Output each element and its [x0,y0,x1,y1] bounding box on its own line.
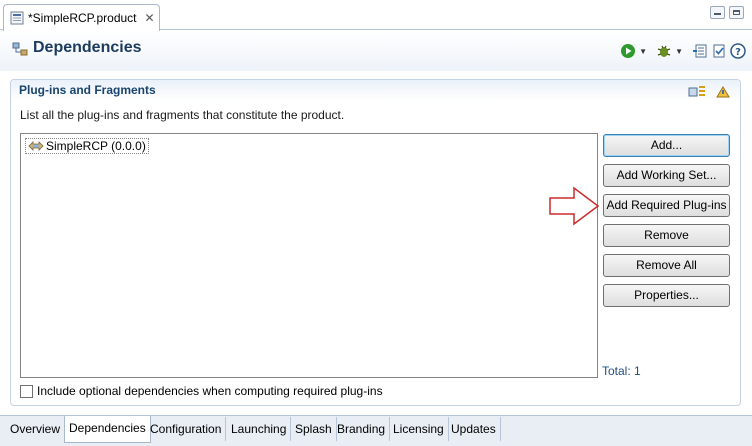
list-item[interactable]: SimpleRCP (0.0.0) [25,138,149,154]
checkbox-label: Include optional dependencies when compu… [37,384,383,398]
tab-overview[interactable]: Overview [6,417,66,441]
maximize-icon[interactable] [729,6,744,19]
collapse-icon[interactable] [714,84,732,100]
run-icon[interactable] [620,43,636,59]
svg-text:?: ? [735,47,741,58]
export-icon[interactable] [692,43,708,59]
properties-button[interactable]: Properties... [603,284,730,307]
minimize-icon[interactable] [710,6,725,19]
chevron-down-icon[interactable]: ▼ [639,47,647,56]
red-arrow-callout [549,186,600,226]
add-working-set-button[interactable]: Add Working Set... [603,164,730,187]
product-file-icon [10,11,24,25]
plugin-icon [28,141,44,151]
section-toolbar [688,84,732,100]
form-header: Dependencies ▼ ▼ ? [0,31,752,71]
help-icon[interactable]: ? [730,43,746,59]
window-controls [710,6,744,19]
remove-all-button[interactable]: Remove All [603,254,730,277]
remove-button[interactable]: Remove [603,224,730,247]
plugins-section: Plug-ins and Fragments List all the plug… [10,79,741,406]
tab-launching[interactable]: Launching [227,417,292,441]
section-header: Plug-ins and Fragments [11,80,740,101]
header-toolbar: ▼ ▼ ? [620,43,746,59]
section-title: Plug-ins and Fragments [19,83,156,97]
tab-licensing[interactable]: Licensing [389,417,449,441]
debug-icon[interactable] [656,43,672,59]
tab-branding[interactable]: Branding [333,417,391,441]
tab-splash[interactable]: Splash [291,417,337,441]
total-count: Total: 1 [602,364,641,378]
editor-tab-strip: *SimpleRCP.product ✕ [0,0,752,31]
page-title: Dependencies [33,39,142,56]
tab-configuration[interactable]: Configuration [146,417,227,441]
chevron-down-icon[interactable]: ▼ [675,47,683,56]
tab-updates[interactable]: Updates [447,417,501,441]
plugin-list[interactable]: SimpleRCP (0.0.0) [20,133,598,378]
section-description: List all the plug-ins and fragments that… [20,108,345,122]
tab-dependencies[interactable]: Dependencies [64,416,151,443]
close-icon[interactable]: ✕ [145,11,155,25]
page-tabs: Overview Dependencies Configuration Laun… [0,415,752,446]
optional-dependencies-checkbox[interactable]: Include optional dependencies when compu… [20,384,383,398]
add-button[interactable]: Add... [603,134,730,157]
validate-icon[interactable] [711,43,727,59]
add-required-plugins-button[interactable]: Add Required Plug-ins [603,194,730,217]
editor-tab[interactable]: *SimpleRCP.product ✕ [3,4,160,31]
checkbox-box[interactable] [20,384,33,398]
sort-icon[interactable] [688,84,706,100]
plugin-label: SimpleRCP (0.0.0) [46,139,146,153]
editor-tab-title: *SimpleRCP.product [28,11,137,25]
dependencies-icon [12,42,28,56]
